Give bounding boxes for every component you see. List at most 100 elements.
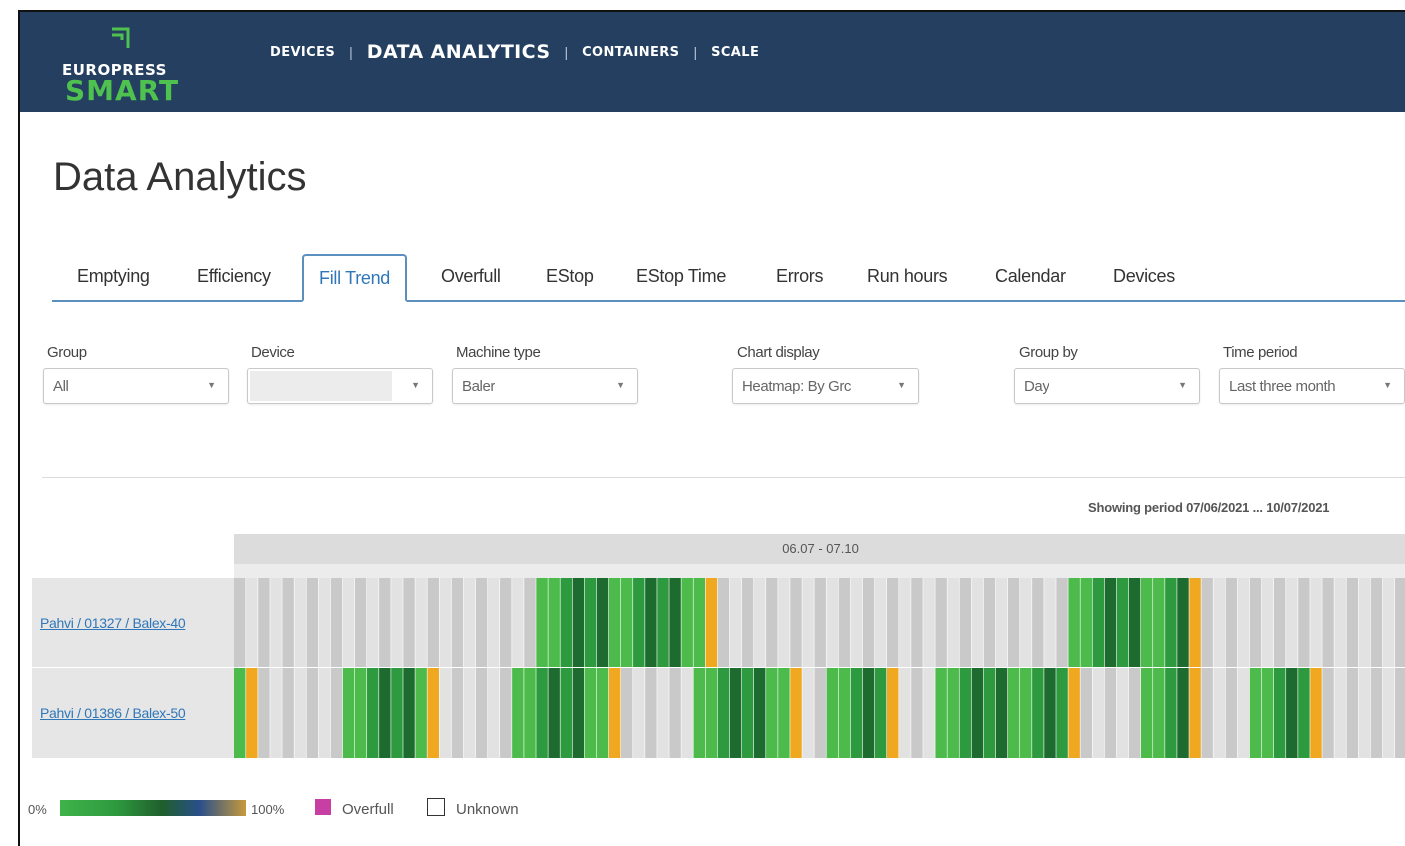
heatmap-row-label[interactable]: Pahvi / 01386 / Balex-50 — [40, 702, 220, 724]
heatmap-cell[interactable] — [874, 668, 887, 758]
heatmap-cell[interactable] — [500, 578, 512, 667]
heatmap-cell[interactable] — [899, 578, 911, 667]
heatmap-cell[interactable] — [427, 668, 439, 758]
heatmap-cell[interactable] — [475, 578, 488, 667]
heatmap-cell[interactable] — [500, 668, 512, 758]
tab-calendar[interactable]: Calendar — [995, 266, 1066, 287]
heatmap-cell[interactable] — [1068, 578, 1080, 667]
heatmap-cell[interactable] — [693, 668, 706, 758]
heatmap-cell[interactable] — [258, 578, 270, 667]
nav-devices[interactable]: DEVICES — [270, 45, 335, 60]
heatmap-cell[interactable] — [1237, 668, 1250, 758]
heatmap-cell[interactable] — [790, 578, 802, 667]
heatmap-cell[interactable] — [451, 668, 464, 758]
heatmap-cell[interactable] — [572, 668, 585, 758]
heatmap-cell[interactable] — [1382, 668, 1395, 758]
heatmap-cell[interactable] — [1382, 578, 1395, 667]
heatmap-cell[interactable] — [1189, 668, 1201, 758]
heatmap-cell[interactable] — [270, 578, 282, 667]
heatmap-cell[interactable] — [439, 578, 452, 667]
heatmap-cell[interactable] — [935, 668, 947, 758]
heatmap-cell[interactable] — [753, 668, 766, 758]
heatmap-cell[interactable] — [1153, 668, 1165, 758]
heatmap-cell[interactable] — [947, 578, 959, 667]
heatmap-cell[interactable] — [403, 578, 415, 667]
heatmap-cell[interactable] — [1140, 668, 1153, 758]
heatmap-cell[interactable] — [1273, 578, 1286, 667]
heatmap-cell[interactable] — [1237, 578, 1250, 667]
heatmap-cell[interactable] — [1298, 668, 1310, 758]
heatmap-cell[interactable] — [1032, 578, 1044, 667]
heatmap-cell[interactable] — [536, 668, 548, 758]
heatmap-cell[interactable] — [1225, 668, 1238, 758]
heatmap-cell[interactable] — [536, 578, 548, 667]
heatmap-cell[interactable] — [1201, 668, 1213, 758]
heatmap-cell[interactable] — [306, 578, 319, 667]
heatmap-cell[interactable] — [1334, 578, 1346, 667]
heatmap-cell[interactable] — [1298, 578, 1310, 667]
heatmap-cell[interactable] — [1273, 668, 1286, 758]
heatmap-cell[interactable] — [1032, 668, 1044, 758]
heatmap-cell[interactable] — [234, 578, 246, 667]
heatmap-cell[interactable] — [1358, 578, 1371, 667]
heatmap-cell[interactable] — [681, 578, 693, 667]
heatmap-cell[interactable] — [814, 668, 826, 758]
heatmap-cell[interactable] — [1020, 668, 1032, 758]
heatmap-cell[interactable] — [995, 668, 1008, 758]
heatmap-cell[interactable] — [487, 578, 500, 667]
heatmap-cell[interactable] — [1249, 668, 1262, 758]
heatmap-cell[interactable] — [1092, 578, 1105, 667]
heatmap-cell[interactable] — [1213, 668, 1226, 758]
heatmap-cell[interactable] — [959, 668, 972, 758]
heatmap-cell[interactable] — [1394, 578, 1405, 667]
heatmap-cell[interactable] — [1394, 668, 1405, 758]
heatmap-cell[interactable] — [729, 578, 742, 667]
heatmap-cell[interactable] — [1322, 578, 1334, 667]
heatmap-cell[interactable] — [1165, 578, 1177, 667]
heatmap-cell[interactable] — [1092, 668, 1105, 758]
heatmap-cell[interactable] — [1165, 668, 1177, 758]
heatmap-cell[interactable] — [899, 668, 911, 758]
heatmap-cell[interactable] — [512, 668, 524, 758]
heatmap-cell[interactable] — [379, 578, 391, 667]
nav-data-analytics[interactable]: DATA ANALYTICS — [367, 41, 551, 63]
heatmap-cell[interactable] — [1346, 578, 1359, 667]
heatmap-cell[interactable] — [487, 668, 500, 758]
heatmap-cell[interactable] — [1213, 578, 1226, 667]
heatmap-cell[interactable] — [524, 668, 536, 758]
heatmap-cell[interactable] — [1201, 578, 1213, 667]
heatmap-cell[interactable] — [1370, 578, 1383, 667]
tab-estop[interactable]: EStop — [546, 266, 594, 287]
heatmap-cell[interactable] — [669, 578, 681, 667]
heatmap-cell[interactable] — [367, 668, 379, 758]
group-select[interactable]: All ▼ — [43, 368, 229, 404]
heatmap-row-label[interactable]: Pahvi / 01327 / Balex-40 — [40, 612, 220, 634]
heatmap-cell[interactable] — [657, 578, 669, 667]
heatmap-cell[interactable] — [560, 578, 572, 667]
heatmap-cell[interactable] — [1358, 668, 1371, 758]
device-select[interactable]: ▼ — [247, 368, 433, 404]
heatmap-cell[interactable] — [645, 668, 657, 758]
heatmap-cell[interactable] — [379, 668, 391, 758]
heatmap-cell[interactable] — [391, 668, 403, 758]
heatmap-cell[interactable] — [1104, 668, 1117, 758]
heatmap-cell[interactable] — [330, 668, 343, 758]
heatmap-cell[interactable] — [633, 668, 645, 758]
heatmap-cell[interactable] — [814, 578, 826, 667]
heatmap-cell[interactable] — [1128, 578, 1141, 667]
heatmap-cell[interactable] — [790, 668, 802, 758]
heatmap-cell[interactable] — [524, 578, 536, 667]
heatmap-cell[interactable] — [548, 668, 560, 758]
heatmap-cell[interactable] — [705, 578, 718, 667]
heatmap-cell[interactable] — [318, 578, 331, 667]
heatmap-cell[interactable] — [741, 668, 754, 758]
heatmap-cell[interactable] — [729, 668, 742, 758]
heatmap-cell[interactable] — [802, 668, 814, 758]
tab-efficiency[interactable]: Efficiency — [197, 266, 271, 287]
heatmap-cell[interactable] — [1346, 668, 1359, 758]
heatmap-cell[interactable] — [354, 578, 367, 667]
tab-emptying[interactable]: Emptying — [77, 266, 150, 287]
heatmap-cell[interactable] — [584, 668, 597, 758]
heatmap-cell[interactable] — [463, 668, 476, 758]
heatmap-cell[interactable] — [1056, 668, 1068, 758]
